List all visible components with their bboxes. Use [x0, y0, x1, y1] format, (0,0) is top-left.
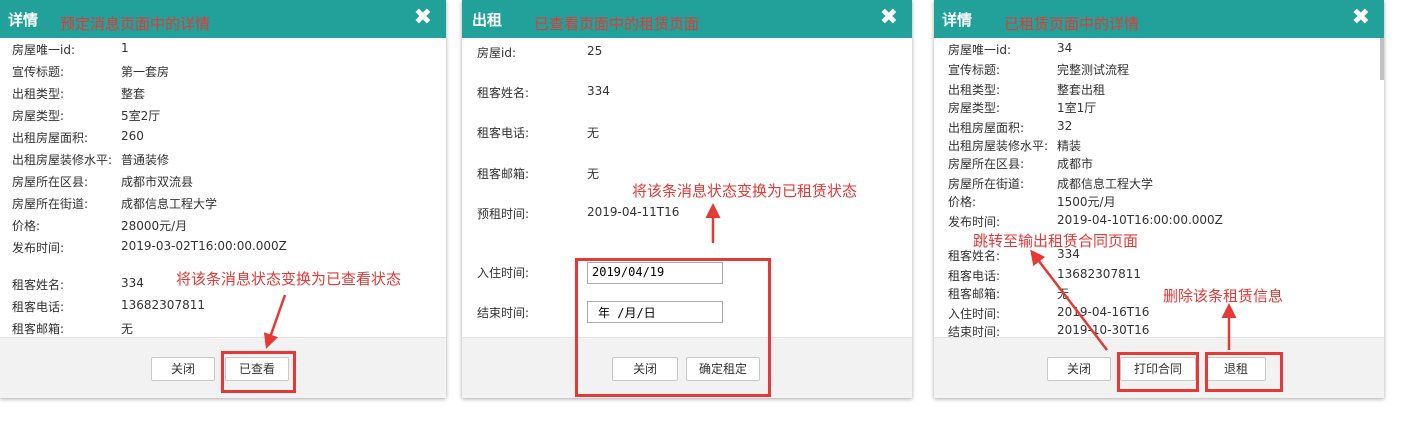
annotation-arrows — [263, 203, 1237, 351]
arrow-print — [1030, 249, 1108, 351]
arrow-viewed — [263, 294, 287, 349]
